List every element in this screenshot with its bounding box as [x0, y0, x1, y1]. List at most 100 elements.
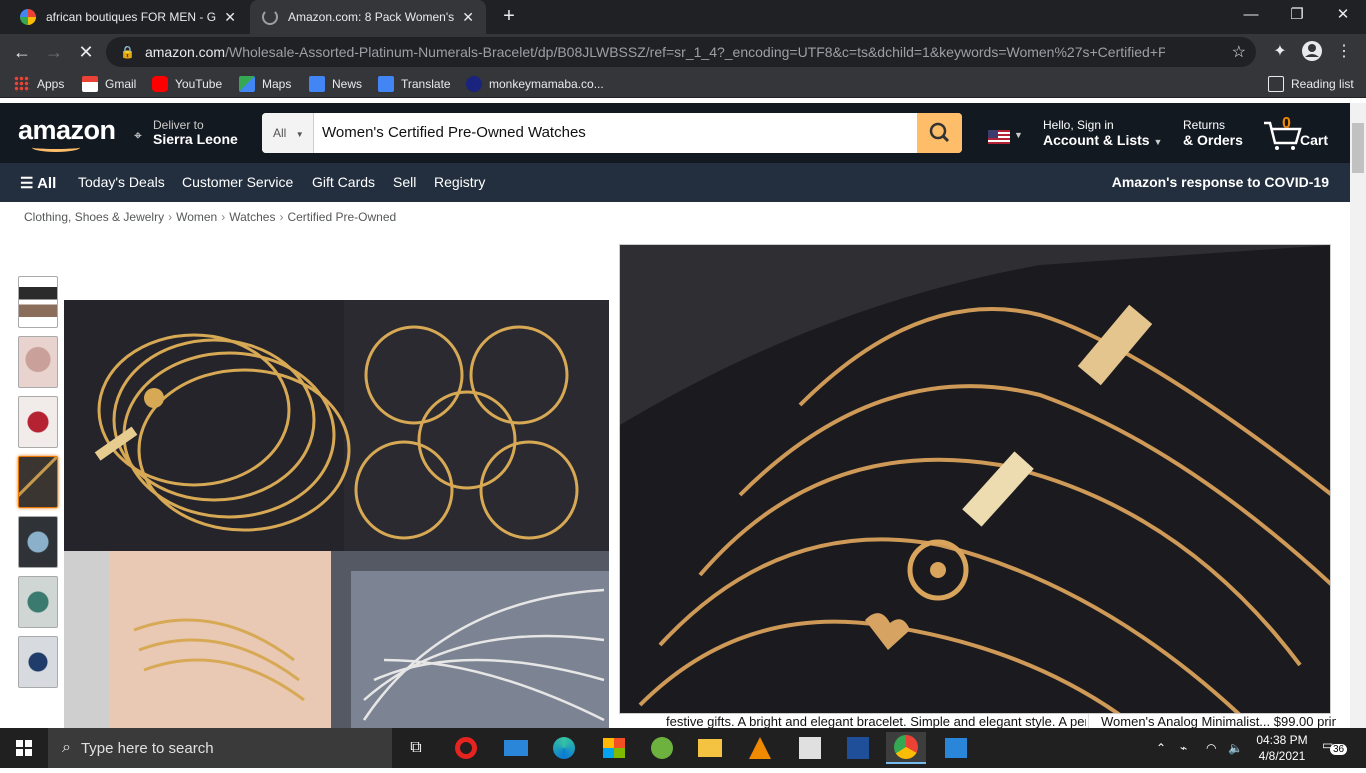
photos-icon[interactable] — [936, 732, 976, 764]
product-zoom-image — [619, 244, 1331, 714]
bookmark-maps[interactable]: Maps — [239, 75, 291, 93]
close-icon[interactable]: ✕ — [224, 9, 236, 26]
breadcrumb-item[interactable]: Watches — [229, 210, 275, 224]
opera-icon[interactable] — [446, 732, 486, 764]
bookmark-label: YouTube — [175, 77, 223, 91]
bookmark-label: monkeymamaba.co... — [489, 77, 604, 91]
network-icon[interactable]: ⌁ — [1180, 728, 1187, 768]
product-thumbnail[interactable] — [18, 576, 58, 628]
tab-amazon[interactable]: Amazon.com: 8 Pack Women's W ✕ — [250, 0, 486, 34]
browser-toolbar: ← → ✕ 🔒 amazon.com/Wholesale-Assorted-Pl… — [0, 34, 1366, 70]
hamburger-icon: ☰ — [20, 175, 34, 192]
start-button[interactable] — [0, 728, 48, 768]
tab-title: african boutiques FOR MEN - Goo — [46, 10, 217, 24]
utorrent-icon[interactable] — [642, 732, 682, 764]
nav-todays-deals[interactable]: Today's Deals — [78, 174, 165, 190]
browser-tab-strip: african boutiques FOR MEN - Goo ✕ Amazon… — [0, 0, 1366, 34]
nav-gift-cards[interactable]: Gift Cards — [312, 174, 375, 190]
menu-icon[interactable]: ⋮ — [1332, 40, 1356, 64]
covid-response-link[interactable]: Amazon's response to COVID-19 — [1112, 174, 1329, 190]
news-icon — [309, 76, 325, 92]
bookmark-gmail[interactable]: Gmail — [82, 75, 136, 93]
bookmarks-bar: Apps Gmail YouTube Maps News Translate m… — [0, 70, 1366, 98]
product-thumbnail-selected[interactable] — [18, 456, 58, 508]
file-explorer-icon[interactable] — [690, 732, 730, 764]
minimize-button[interactable]: — — [1228, 0, 1274, 34]
maximize-button[interactable]: ❐ — [1274, 0, 1320, 34]
bookmark-news[interactable]: News — [309, 75, 362, 93]
cart-button[interactable]: 0 Cart — [1262, 115, 1342, 151]
vlc-icon[interactable] — [740, 732, 780, 764]
tray-chevron-icon[interactable]: ⌃ — [1156, 728, 1166, 768]
reading-list-label: Reading list — [1291, 77, 1354, 91]
extensions-icon[interactable]: ✦ — [1268, 40, 1292, 64]
store-icon[interactable] — [594, 732, 634, 764]
reading-list[interactable]: Reading list — [1268, 75, 1354, 93]
lock-icon: 🔒 — [120, 45, 135, 59]
game-icon[interactable] — [790, 732, 830, 764]
account-label: Account & Lists — [1043, 132, 1150, 148]
nav-sell[interactable]: Sell — [393, 174, 416, 190]
address-bar[interactable]: 🔒 amazon.com/Wholesale-Assorted-Platinum… — [106, 37, 1256, 67]
wifi-icon[interactable]: ◠ — [1206, 728, 1216, 768]
chrome-icon[interactable] — [886, 732, 926, 764]
page-scrollbar[interactable] — [1350, 103, 1366, 728]
forward-button[interactable]: → — [42, 40, 66, 64]
bookmark-apps[interactable]: Apps — [14, 75, 64, 93]
close-icon[interactable]: ✕ — [462, 9, 474, 26]
product-thumbnail[interactable] — [18, 516, 58, 568]
product-main-image[interactable] — [64, 300, 609, 728]
search-button[interactable] — [917, 113, 962, 153]
back-button[interactable]: ← — [10, 40, 34, 64]
task-view-icon[interactable]: ⧉ — [396, 732, 436, 764]
clock-date: 4/8/2021 — [1258, 749, 1306, 763]
amazon-smile-icon — [32, 143, 80, 152]
search-category-dropdown[interactable]: All ▼ — [262, 113, 314, 153]
us-flag-icon[interactable] — [988, 130, 1010, 144]
product-thumbnail[interactable] — [18, 336, 58, 388]
product-thumbnail[interactable] — [18, 396, 58, 448]
search-input[interactable]: Women's Certified Pre-Owned Watches — [322, 113, 586, 153]
edge-icon[interactable] — [544, 732, 584, 764]
search-bar: All ▼ Women's Certified Pre-Owned Watche… — [262, 113, 962, 153]
profile-icon[interactable] — [1300, 40, 1324, 64]
returns-orders[interactable]: Returns & Orders — [1183, 118, 1243, 148]
breadcrumb-item[interactable]: Certified Pre-Owned — [287, 210, 396, 224]
cart-label: Cart — [1300, 132, 1329, 148]
scrollbar-thumb[interactable] — [1352, 123, 1364, 173]
notification-count: 36 — [1330, 744, 1348, 755]
windows-taskbar: ⌕ Type here to search ⧉ ⌃ ⌁ ◠ 🔈 04:38 PM… — [0, 728, 1366, 768]
tab-title: Amazon.com: 8 Pack Women's W — [288, 10, 455, 24]
bookmark-label: Gmail — [105, 77, 137, 91]
chevron-down-icon: ▼ — [1014, 130, 1023, 140]
stop-button[interactable]: ✕ — [74, 40, 98, 64]
mail-icon[interactable] — [496, 732, 536, 764]
breadcrumb-item[interactable]: Women — [176, 210, 217, 224]
tab-google-search[interactable]: african boutiques FOR MEN - Goo ✕ — [8, 0, 248, 34]
product-thumbnail[interactable] — [18, 636, 58, 688]
breadcrumb-item[interactable]: Clothing, Shoes & Jewelry — [24, 210, 164, 224]
taskbar-search[interactable]: ⌕ Type here to search — [48, 728, 392, 768]
all-menu-button[interactable]: ☰ All — [20, 174, 56, 192]
reading-list-icon — [1268, 76, 1284, 92]
translate-icon — [378, 76, 394, 92]
bookmark-monkeymamaba[interactable]: monkeymamaba.co... — [466, 75, 604, 93]
account-lists[interactable]: Hello, Sign in Account & Lists ▼ — [1043, 118, 1162, 148]
bookmark-youtube[interactable]: YouTube — [152, 75, 222, 93]
bookmark-translate[interactable]: Translate — [378, 75, 451, 93]
breadcrumb: Clothing, Shoes & Jewelry › Women › Watches ›… — [24, 210, 397, 224]
product-thumbnail[interactable] — [18, 276, 58, 328]
amazon-header: amazon ⌖ Deliver to Sierra Leone All ▼ W… — [0, 103, 1350, 163]
bookmark-star-icon[interactable]: ☆ — [1232, 42, 1246, 62]
amazon-logo[interactable]: amazon — [18, 115, 116, 146]
new-tab-button[interactable]: + — [498, 5, 520, 27]
close-window-button[interactable]: ✕ — [1320, 0, 1366, 34]
related-product-snippet: Women's Analog Minimalist... $99.00 prim… — [1088, 714, 1336, 728]
notifications-button[interactable]: ▭ 36 — [1322, 728, 1348, 768]
system-clock[interactable]: 04:38 PM 4/8/2021 — [1252, 732, 1312, 764]
nav-customer-service[interactable]: Customer Service — [182, 174, 293, 190]
volume-icon[interactable]: 🔈 — [1228, 728, 1243, 768]
solitaire-icon[interactable] — [838, 732, 878, 764]
nav-registry[interactable]: Registry — [434, 174, 485, 190]
cart-count: 0 — [1282, 115, 1291, 132]
